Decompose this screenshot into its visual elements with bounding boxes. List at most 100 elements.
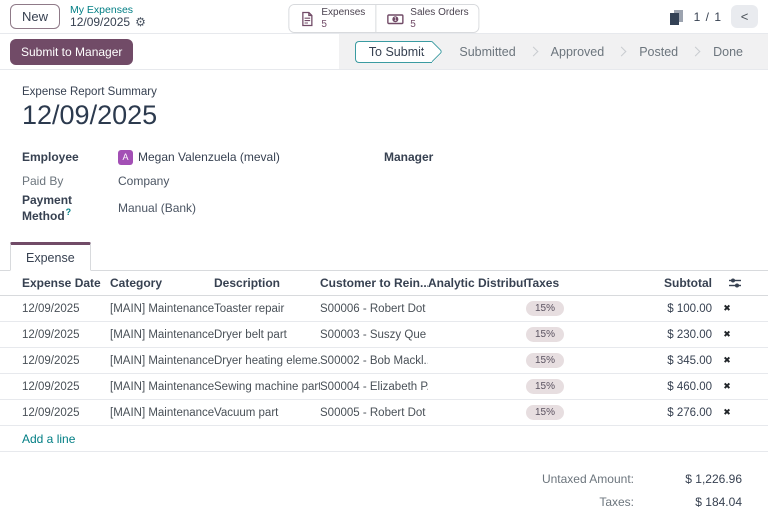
delete-row-icon[interactable]: ✖ [712,407,742,418]
sales-orders-smart-button-count: 5 [410,19,416,31]
cell-category[interactable]: [MAIN] Maintenance [110,303,214,315]
payment-method-label-text: Payment Method [22,193,72,223]
new-button[interactable]: New [10,4,60,29]
action-bar: Submit to Manager To Submit Submitted Appr… [0,34,768,70]
paid-by-value[interactable]: Company [118,174,169,188]
header-analytic[interactable]: Analytic Distributi... [428,276,526,290]
status-step-posted[interactable]: Posted [628,45,689,59]
breadcrumb-active: 12/09/2025 ⚙ [70,16,146,30]
employee-field-row: Employee A Megan Valenzuela (meval) [22,145,384,169]
cell-description[interactable]: Vacuum part [214,407,320,419]
cell-expense-date[interactable]: 12/09/2025 [22,329,110,341]
cell-expense-date[interactable]: 12/09/2025 [22,381,110,393]
tax-badge[interactable]: 15% [526,301,564,316]
table-row[interactable]: 12/09/2025 [MAIN] Maintenance Sewing mac… [0,374,768,400]
cell-taxes[interactable]: 15% [526,353,614,368]
payment-method-field-row: Payment Method? Manual (Bank) [22,193,384,223]
statusbar: To Submit Submitted Approved Posted Done [339,34,768,69]
manager-label: Manager [384,150,480,164]
cell-customer[interactable]: S00006 - Robert Dot [320,303,428,315]
cell-category[interactable]: [MAIN] Maintenance [110,407,214,419]
tax-badge[interactable]: 15% [526,327,564,342]
employee-label: Employee [22,150,118,164]
taxes-label: Taxes: [474,495,634,509]
cell-customer[interactable]: S00004 - Elizabeth P... [320,381,428,393]
table-row[interactable]: 12/09/2025 [MAIN] Maintenance Vacuum par… [0,400,768,426]
status-step-to-submit[interactable]: To Submit [355,41,433,63]
breadcrumb-parent-link[interactable]: My Expenses [70,4,146,16]
table-row[interactable]: 12/09/2025 [MAIN] Maintenance Toaster re… [0,296,768,322]
header-expense-date[interactable]: Expense Date [22,276,110,290]
header-taxes[interactable]: Taxes [526,276,614,290]
cell-taxes[interactable]: 15% [526,327,614,342]
delete-row-icon[interactable]: ✖ [712,303,742,314]
manager-field-row: Manager [384,145,746,169]
taxes-value: $ 184.04 [634,495,742,509]
tab-expense[interactable]: Expense [10,242,91,271]
taxes-row: Taxes: $ 184.04 [474,495,742,509]
expenses-smart-button[interactable]: Expenses 5 [289,5,375,32]
page-title[interactable]: 12/09/2025 [0,100,768,131]
cell-customer[interactable]: S00003 - Suszy Que [320,329,428,341]
expense-table-body: 12/09/2025 [MAIN] Maintenance Toaster re… [0,296,768,426]
table-row[interactable]: 12/09/2025 [MAIN] Maintenance Dryer heat… [0,348,768,374]
header-description[interactable]: Description [214,276,320,290]
pager-previous-button[interactable]: < [731,5,758,28]
cell-subtotal[interactable]: $ 230.00 [614,329,712,341]
employee-value[interactable]: A Megan Valenzuela (meval) [118,150,280,165]
optional-columns-icon[interactable] [712,277,742,289]
help-icon[interactable]: ? [66,207,72,217]
submit-to-manager-button[interactable]: Submit to Manager [10,39,133,65]
cell-category[interactable]: [MAIN] Maintenance [110,381,214,393]
svg-text:1: 1 [394,17,397,23]
cell-description[interactable]: Dryer heating eleme... [214,355,320,367]
delete-row-icon[interactable]: ✖ [712,329,742,340]
pager: 1 / 1 [694,10,722,24]
cell-taxes[interactable]: 15% [526,405,614,420]
notebook-tabs: Expense [0,241,768,271]
cell-taxes[interactable]: 15% [526,301,614,316]
cell-description[interactable]: Dryer belt part [214,329,320,341]
paid-by-label: Paid By [22,174,118,188]
sales-orders-smart-button[interactable]: 1 Sales Orders 5 [375,5,478,32]
tax-badge[interactable]: 15% [526,353,564,368]
tax-badge[interactable]: 15% [526,379,564,394]
cell-expense-date[interactable]: 12/09/2025 [22,407,110,419]
form-fields: Employee A Megan Valenzuela (meval) Paid… [0,131,768,223]
status-step-done[interactable]: Done [702,45,754,59]
cell-customer[interactable]: S00002 - Bob Mackl... [320,355,428,367]
header-customer[interactable]: Customer to Rein... [320,276,428,290]
cell-subtotal[interactable]: $ 100.00 [614,303,712,315]
money-bill-icon: 1 [386,11,404,27]
totals-section: Untaxed Amount: $ 1,226.96 Taxes: $ 184.… [0,472,768,512]
cell-expense-date[interactable]: 12/09/2025 [22,355,110,367]
cell-description[interactable]: Sewing machine part [214,381,320,393]
summary-label: Expense Report Summary [0,86,768,98]
expense-report-sheet: Expense Report Summary 12/09/2025 Employ… [0,70,768,512]
delete-row-icon[interactable]: ✖ [712,355,742,366]
header-subtotal[interactable]: Subtotal [614,276,712,290]
status-step-approved[interactable]: Approved [540,45,616,59]
cell-taxes[interactable]: 15% [526,379,614,394]
delete-row-icon[interactable]: ✖ [712,381,742,392]
gear-icon[interactable]: ⚙ [135,16,146,30]
status-step-submitted[interactable]: Submitted [448,45,526,59]
cell-expense-date[interactable]: 12/09/2025 [22,303,110,315]
employee-name[interactable]: Megan Valenzuela (meval) [138,150,280,164]
cell-category[interactable]: [MAIN] Maintenance [110,329,214,341]
cell-category[interactable]: [MAIN] Maintenance [110,355,214,367]
tax-badge[interactable]: 15% [526,405,564,420]
payment-method-label: Payment Method? [22,193,118,223]
header-category[interactable]: Category [110,276,214,290]
add-a-line-link[interactable]: Add a line [22,432,75,446]
smart-buttons: Expenses 5 1 Sales Orders 5 [288,4,479,33]
payment-method-value[interactable]: Manual (Bank) [118,201,196,215]
cell-description[interactable]: Toaster repair [214,303,320,315]
copies-icon[interactable] [668,8,685,26]
cell-subtotal[interactable]: $ 460.00 [614,381,712,393]
cell-subtotal[interactable]: $ 345.00 [614,355,712,367]
control-panel: New My Expenses 12/09/2025 ⚙ Expenses 5 [0,0,768,34]
cell-customer[interactable]: S00005 - Robert Dot [320,407,428,419]
cell-subtotal[interactable]: $ 276.00 [614,407,712,419]
table-row[interactable]: 12/09/2025 [MAIN] Maintenance Dryer belt… [0,322,768,348]
